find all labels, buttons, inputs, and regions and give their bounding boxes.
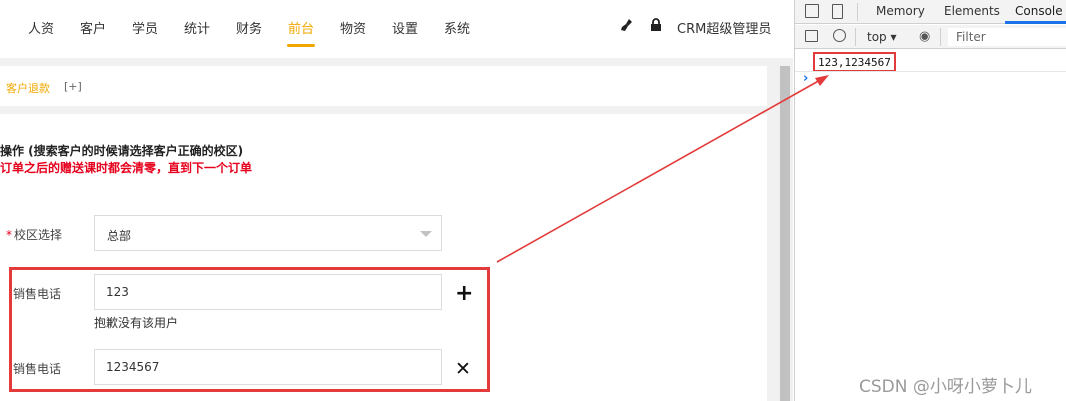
top-navigation: 人资 客户 学员 统计 财务 前台 物资 设置 系统 CRM超级管理员: [0, 0, 793, 58]
chevron-down-icon: [420, 231, 432, 237]
campus-label-text: 校区选择: [14, 228, 63, 242]
tab-customer-refund[interactable]: 客户退款: [6, 80, 50, 96]
campus-label: * 校区选择: [6, 226, 62, 243]
lock-icon[interactable]: [650, 18, 662, 36]
device-toolbar-icon[interactable]: [832, 4, 843, 19]
sidebar-toggle-icon[interactable]: [805, 30, 818, 42]
toolbar-separator: [857, 3, 858, 21]
console-output-highlight: [813, 52, 896, 72]
nav-item-materials[interactable]: 物资: [340, 18, 366, 37]
scrollbar-thumb[interactable]: [780, 66, 790, 401]
active-tab-indicator: [1005, 21, 1066, 24]
page-tab-bar: 客户退款 [+]: [0, 66, 767, 106]
nav-item-system[interactable]: 系统: [444, 18, 470, 37]
nav-item-settings[interactable]: 设置: [392, 18, 418, 37]
inspect-icon[interactable]: [805, 4, 819, 18]
warning-text: 订单之后的赠送课时都会清零，直到下一个订单: [0, 161, 253, 175]
campus-select[interactable]: 总部: [94, 215, 442, 251]
dropdown-caret-icon: ▾: [890, 30, 897, 44]
panel-title: 操作 (搜索客户的时候请选择客户正确的校区): [0, 144, 244, 158]
phone-fields-highlight: [9, 267, 490, 392]
page-scrollbar[interactable]: [778, 66, 792, 401]
devtools-tab-bar: Memory Elements Console: [795, 0, 1066, 24]
nav-item-hr[interactable]: 人资: [28, 18, 54, 37]
broom-icon[interactable]: [620, 18, 634, 36]
nav-item-student[interactable]: 学员: [132, 18, 158, 37]
toolbar-separator-2: [855, 28, 856, 46]
campus-select-value: 总部: [107, 229, 132, 243]
console-divider: [795, 71, 1066, 72]
context-select[interactable]: top ▾: [867, 30, 897, 44]
required-mark: *: [6, 228, 12, 242]
nav-item-finance[interactable]: 财务: [236, 18, 262, 37]
watermark: CSDN @小呀小萝卜儿: [859, 377, 1032, 397]
console-toolbar: top ▾ ◉ Filter: [795, 25, 1066, 49]
tab-console[interactable]: Console: [1015, 4, 1063, 18]
clear-console-icon[interactable]: [833, 29, 846, 42]
tab-elements[interactable]: Elements: [944, 4, 1000, 18]
tab-memory[interactable]: Memory: [876, 4, 925, 18]
context-select-value: top: [867, 30, 887, 44]
toolbar-separator-3: [940, 28, 941, 46]
nav-item-customer[interactable]: 客户: [80, 18, 106, 37]
user-name[interactable]: CRM超级管理员: [677, 18, 771, 37]
console-prompt-icon[interactable]: ›: [803, 71, 808, 86]
nav-item-statistics[interactable]: 统计: [184, 18, 210, 37]
add-tab-button[interactable]: [+]: [64, 80, 82, 93]
eye-icon[interactable]: ◉: [919, 29, 930, 44]
active-nav-indicator: [287, 44, 315, 47]
console-filter-input[interactable]: Filter: [948, 28, 1066, 46]
nav-item-front-desk[interactable]: 前台: [288, 18, 314, 37]
